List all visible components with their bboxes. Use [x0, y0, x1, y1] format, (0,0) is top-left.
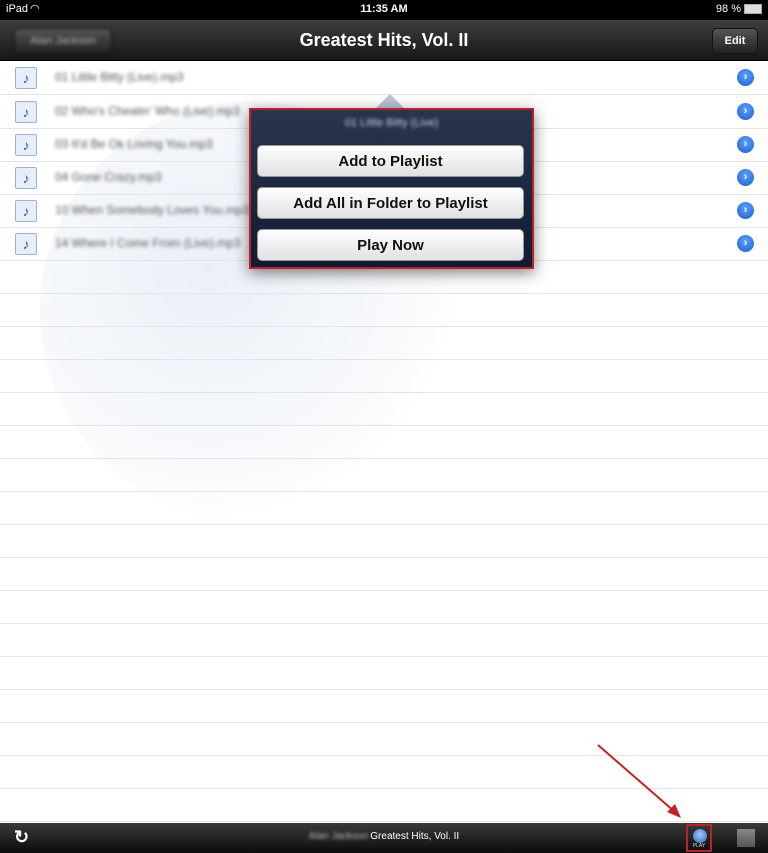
bottom-toolbar: ↻ Alan Jackson Greatest Hits, Vol. II PLA… [0, 823, 768, 853]
disclosure-icon[interactable]: › [737, 169, 754, 186]
empty-row [0, 458, 768, 492]
battery-percent: 98 % [715, 3, 741, 15]
empty-row [0, 590, 768, 624]
empty-row [0, 491, 768, 525]
song-title: 01 Little Bitty (Live).mp3 [55, 70, 184, 84]
battery-icon [744, 4, 762, 14]
music-note-icon: ♪ [15, 101, 37, 123]
empty-row [0, 392, 768, 426]
annotation-arrow [597, 744, 681, 818]
popover-arrow [375, 94, 405, 109]
empty-row [0, 689, 768, 723]
song-title: 14 Where I Come From (Live).mp3 [55, 236, 241, 250]
artist-name: Alan Jackson [308, 831, 369, 842]
navigation-bar: Alan Jackson Greatest Hits, Vol. II Edit [0, 20, 768, 61]
song-title: 04 Gone Crazy.mp3 [55, 170, 162, 184]
music-note-icon: ♪ [15, 200, 37, 222]
page-title: Greatest Hits, Vol. II [299, 30, 469, 50]
empty-row [0, 557, 768, 591]
empty-row [0, 623, 768, 657]
music-note-icon: ♪ [15, 233, 37, 255]
now-playing-label: Alan Jackson Greatest Hits, Vol. II [0, 831, 768, 842]
popover-title: 01 Little Bitty (Live) [344, 117, 439, 129]
empty-row [0, 524, 768, 558]
disclosure-icon[interactable]: › [737, 69, 754, 86]
add-all-in-folder-button[interactable]: Add All in Folder to Playlist [257, 187, 524, 219]
list-item[interactable]: ♪ 01 Little Bitty (Live).mp3 › [0, 61, 768, 95]
empty-row [0, 326, 768, 360]
status-bar: iPad ◠ 11:35 AM 98 % [0, 0, 768, 20]
empty-row [0, 293, 768, 327]
disclosure-icon[interactable]: › [737, 202, 754, 219]
play-list-icon[interactable]: PLAY [686, 824, 712, 852]
music-note-icon: ♪ [15, 67, 37, 89]
add-to-playlist-button[interactable]: Add to Playlist [257, 145, 524, 177]
play-icon-label: PLAY [692, 843, 706, 849]
song-title: 03 It'd Be Ok Loving You.mp3 [55, 137, 213, 151]
song-title: 10 When Somebody Loves You.mp3 [55, 203, 250, 217]
stop-icon[interactable] [737, 829, 755, 847]
empty-row [0, 359, 768, 393]
empty-row [0, 656, 768, 690]
action-popover: 01 Little Bitty (Live) Add to Playlist A… [249, 108, 534, 269]
disclosure-icon[interactable]: › [737, 235, 754, 252]
album-name: Greatest Hits, Vol. II [370, 831, 460, 842]
song-title: 02 Who's Cheatin' Who (Live).mp3 [55, 104, 240, 118]
empty-row [0, 425, 768, 459]
music-note-icon: ♪ [15, 167, 37, 189]
play-list-glyph [693, 829, 707, 843]
play-now-button[interactable]: Play Now [257, 229, 524, 261]
disclosure-icon[interactable]: › [737, 103, 754, 120]
music-note-icon: ♪ [15, 134, 37, 156]
edit-button[interactable]: Edit [712, 28, 758, 54]
disclosure-icon[interactable]: › [737, 136, 754, 153]
status-time: 11:35 AM [360, 3, 408, 15]
